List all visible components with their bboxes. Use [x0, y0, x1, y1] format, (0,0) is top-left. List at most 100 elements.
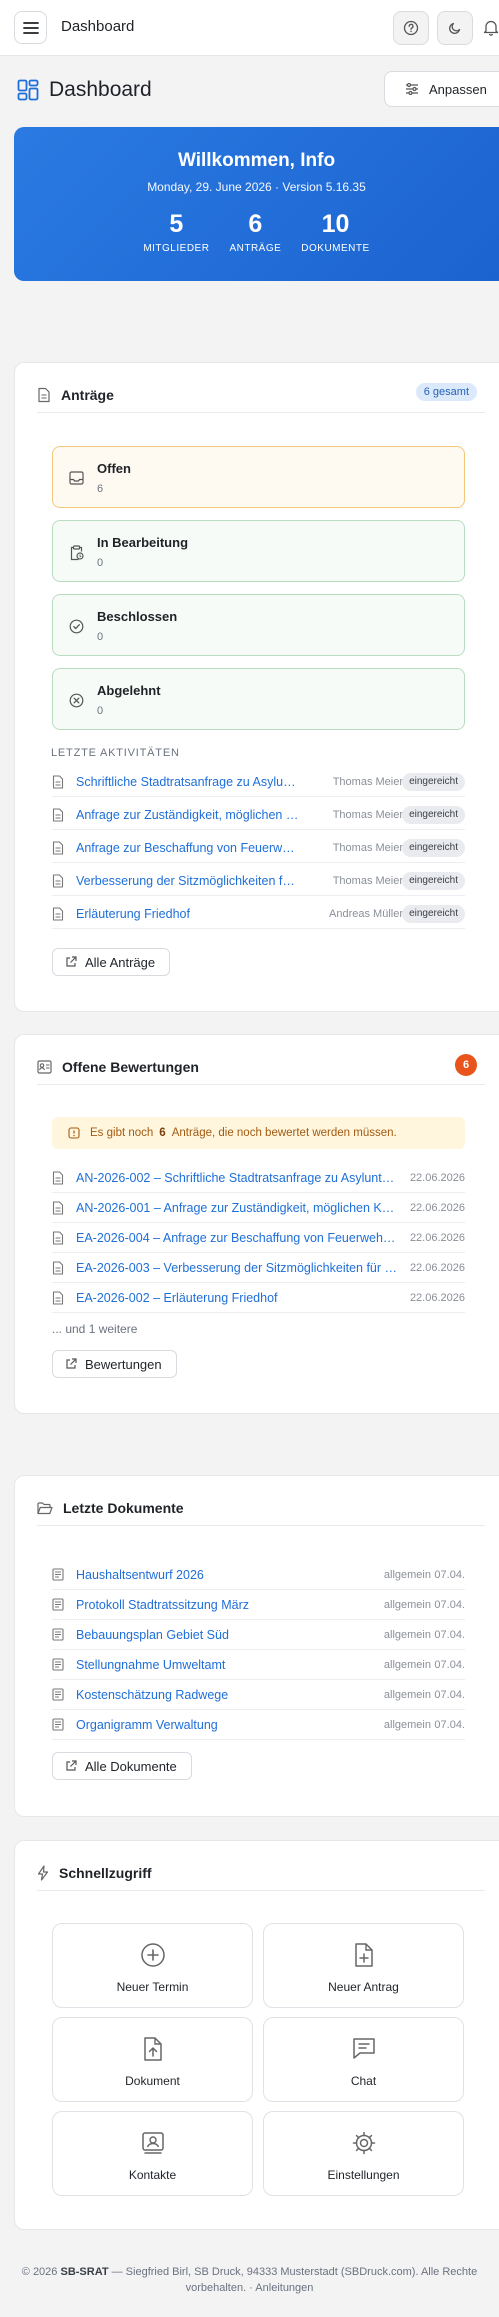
clipboard-clock-icon: [70, 545, 84, 561]
document-link[interactable]: Bebauungsplan Gebiet Süd: [76, 1628, 356, 1642]
document-icon: [52, 1261, 64, 1275]
alert-icon: [68, 1127, 80, 1139]
document-row[interactable]: Kostenschätzung Radwege allgemein 07.04.: [52, 1682, 465, 1710]
document-category: allgemein: [383, 1599, 431, 1611]
reviews-button[interactable]: Bewertungen: [52, 1350, 177, 1378]
tile-label: Neuer Antrag: [328, 1980, 399, 1994]
notifications-button[interactable]: [483, 19, 499, 36]
tile-settings[interactable]: Einstellungen: [263, 2111, 464, 2196]
file-text-icon: [52, 1628, 64, 1641]
tile-chat[interactable]: Chat: [263, 2017, 464, 2102]
activity-link[interactable]: Anfrage zur Beschaffung von Feuerwehrfah…: [76, 841, 301, 855]
review-row[interactable]: AN-2026-001 – Anfrage zur Zuständigkeit,…: [52, 1195, 465, 1223]
review-link[interactable]: EA-2026-003 – Verbesserung der Sitzmögli…: [76, 1261, 398, 1275]
activity-row[interactable]: Anfrage zur Beschaffung von Feuerwehrfah…: [52, 835, 465, 863]
activity-row[interactable]: Erläuterung Friedhof Andreas Müller eing…: [52, 901, 465, 929]
moon-icon: [449, 22, 461, 34]
all-applications-button[interactable]: Alle Anträge: [52, 948, 171, 976]
document-icon: [52, 907, 64, 921]
document-row[interactable]: Haushaltsentwurf 2026 allgemein 07.04.: [52, 1562, 465, 1590]
folder-open-icon: [37, 1501, 53, 1514]
document-row[interactable]: Stellungnahme Umweltamt allgemein 07.04.: [52, 1652, 465, 1680]
review-date: 22.06.2026: [409, 1262, 465, 1274]
card-title: Letzte Dokumente: [63, 1500, 184, 1516]
review-link[interactable]: EA-2026-002 – Erläuterung Friedhof: [76, 1291, 398, 1305]
document-row[interactable]: Protokoll Stadtratssitzung März allgemei…: [52, 1592, 465, 1620]
review-date: 22.06.2026: [409, 1292, 465, 1304]
activities-heading: LETZTE AKTIVITÄTEN: [51, 747, 180, 759]
more-reviews-text: ... und 1 weitere: [52, 1322, 138, 1336]
footer-guides-link[interactable]: Anleitungen: [255, 2282, 313, 2294]
stat-label: DOKUMENTE: [301, 243, 370, 254]
divider: [37, 1084, 485, 1085]
stat-value: 6: [248, 210, 263, 238]
file-text-icon: [52, 1568, 64, 1581]
review-row[interactable]: EA-2026-004 – Anfrage zur Beschaffung vo…: [52, 1225, 465, 1253]
activity-row[interactable]: Verbesserung der Sitzmöglichkeiten für S…: [52, 868, 465, 896]
tile-label: Dokument: [125, 2074, 180, 2088]
button-label: Alle Dokumente: [85, 1758, 177, 1774]
review-date: 22.06.2026: [409, 1202, 465, 1214]
customize-button[interactable]: Anpassen: [384, 71, 499, 107]
activity-link[interactable]: Verbesserung der Sitzmöglichkeiten für S…: [76, 874, 301, 888]
chat-icon: [352, 2038, 375, 2059]
review-row[interactable]: EA-2026-003 – Verbesserung der Sitzmögli…: [52, 1255, 465, 1283]
divider: [37, 1525, 485, 1526]
review-link[interactable]: EA-2026-004 – Anfrage zur Beschaffung vo…: [76, 1231, 398, 1245]
document-row[interactable]: Organigramm Verwaltung allgemein 07.04.: [52, 1712, 465, 1740]
file-text-icon: [52, 1658, 64, 1671]
tile-label: Chat: [350, 2074, 377, 2088]
document-icon: [52, 1171, 64, 1185]
tile-document[interactable]: Dokument: [52, 2017, 253, 2102]
status-count: 0: [97, 557, 104, 569]
menu-button[interactable]: [14, 11, 47, 44]
footer-brand: SB-SRAT: [60, 2266, 109, 2278]
lightning-icon: [37, 1865, 49, 1881]
document-row[interactable]: Bebauungsplan Gebiet Süd allgemein 07.04…: [52, 1622, 465, 1650]
activity-link[interactable]: Schriftliche Stadtratsanfrage zu Asylunt…: [76, 775, 301, 789]
tile-new-appointment[interactable]: Neuer Termin: [52, 1923, 253, 2008]
activity-row[interactable]: Anfrage zur Zuständigkeit, möglichen Kos…: [52, 802, 465, 830]
review-link[interactable]: AN-2026-002 – Schriftliche Stadtratsanfr…: [76, 1171, 398, 1185]
activity-link[interactable]: Erläuterung Friedhof: [76, 907, 301, 921]
tile-label: Neuer Termin: [116, 1980, 189, 1994]
sliders-icon: [406, 83, 418, 95]
tile-label: Kontakte: [128, 2168, 177, 2182]
status-decided[interactable]: Beschlossen 0: [52, 594, 465, 656]
review-row[interactable]: EA-2026-002 – Erläuterung Friedhof 22.06…: [52, 1285, 465, 1313]
dashboard-icon: [17, 79, 39, 101]
review-row[interactable]: AN-2026-002 – Schriftliche Stadtratsanfr…: [52, 1165, 465, 1193]
stat-applications: 6 ANTRÄGE: [229, 210, 281, 255]
document-icon: [52, 1291, 64, 1305]
document-link[interactable]: Haushaltsentwurf 2026: [76, 1568, 356, 1582]
page-title: Dashboard: [49, 78, 152, 101]
count-badge: 6: [455, 1054, 477, 1076]
card-header: Offene Bewertungen: [37, 1057, 499, 1077]
document-link[interactable]: Kostenschätzung Radwege: [76, 1688, 356, 1702]
document-link[interactable]: Stellungnahme Umweltamt: [76, 1658, 356, 1672]
help-button[interactable]: [393, 11, 429, 45]
document-link[interactable]: Organigramm Verwaltung: [76, 1718, 356, 1732]
theme-toggle-button[interactable]: [437, 11, 473, 45]
help-icon: [403, 20, 419, 36]
activity-link[interactable]: Anfrage zur Zuständigkeit, möglichen Kos…: [76, 808, 301, 822]
review-link[interactable]: AN-2026-001 – Anfrage zur Zuständigkeit,…: [76, 1201, 398, 1215]
card-title: Anträge: [61, 387, 114, 403]
review-date: 22.06.2026: [409, 1172, 465, 1184]
tile-contacts[interactable]: Kontakte: [52, 2111, 253, 2196]
stat-documents: 10 DOKUMENTE: [301, 210, 370, 255]
warning-prefix: Es gibt noch: [90, 1127, 154, 1139]
activity-row[interactable]: Schriftliche Stadtratsanfrage zu Asylunt…: [52, 769, 465, 797]
welcome-subtitle: Monday, 29. June 2026 · Version 5.16.35: [147, 180, 366, 194]
all-documents-button[interactable]: Alle Dokumente: [52, 1752, 192, 1780]
stat-value: 10: [321, 210, 350, 238]
reviews-card: Offene Bewertungen 6 Es gibt noch 6 Antr…: [14, 1034, 499, 1414]
document-link[interactable]: Protokoll Stadtratssitzung März: [76, 1598, 356, 1612]
tile-new-application[interactable]: Neuer Antrag: [263, 1923, 464, 2008]
status-in-progress[interactable]: In Bearbeitung 0: [52, 520, 465, 582]
document-icon: [52, 874, 64, 888]
document-icon: [52, 1201, 64, 1215]
status-rejected[interactable]: Abgelehnt 0: [52, 668, 465, 730]
status-open[interactable]: Offen 6: [52, 446, 465, 508]
stat-label: MITGLIEDER: [143, 243, 210, 254]
